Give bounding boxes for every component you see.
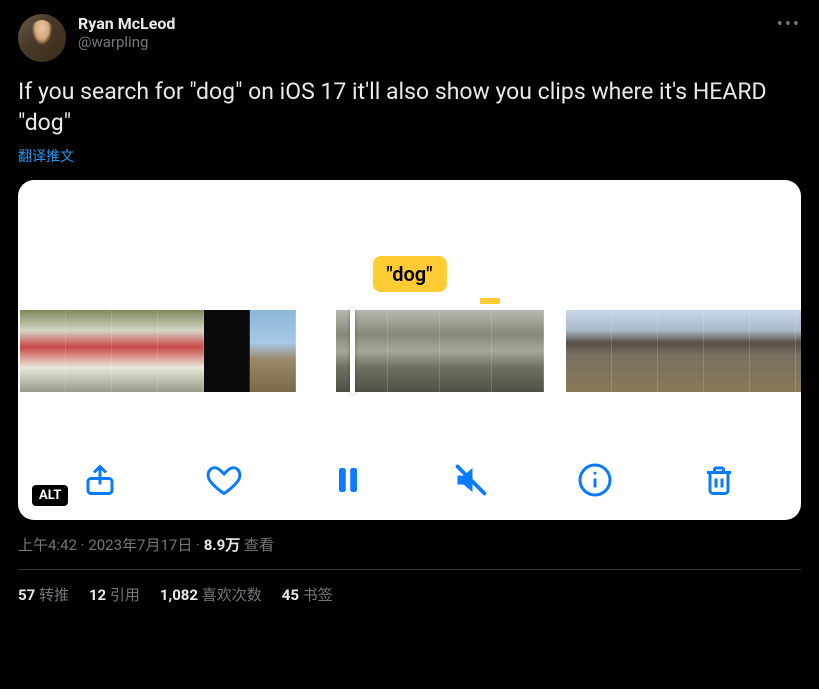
heart-icon[interactable] (206, 462, 242, 498)
tweet-header: Ryan McLeod @warpling ••• (18, 14, 801, 62)
video-frame (204, 310, 250, 392)
video-frame (612, 310, 658, 392)
display-name: Ryan McLeod (78, 14, 175, 33)
divider (18, 569, 801, 570)
retweets-stat[interactable]: 57 转推 (18, 584, 69, 605)
clip-group-3[interactable] (566, 310, 801, 392)
alt-badge[interactable]: ALT (32, 485, 68, 506)
share-icon[interactable] (82, 462, 118, 498)
video-frame (336, 310, 388, 392)
bookmarks-stat[interactable]: 45 书签 (282, 584, 333, 605)
translate-link[interactable]: 翻译推文 (18, 146, 801, 166)
quotes-stat[interactable]: 12 引用 (89, 584, 140, 605)
pause-icon[interactable] (330, 462, 366, 498)
tweet-date: 2023年7月17日 (88, 536, 192, 554)
media-attachment[interactable]: "dog" (18, 180, 801, 520)
video-frame (492, 310, 544, 392)
clip-group-2[interactable] (336, 310, 544, 392)
video-frame (388, 310, 440, 392)
tag-caret (480, 298, 500, 304)
more-options-button[interactable]: ••• (777, 14, 801, 35)
video-frame (704, 310, 750, 392)
playhead[interactable] (350, 308, 355, 394)
video-frame (750, 310, 796, 392)
trash-icon[interactable] (701, 462, 737, 498)
video-frame (796, 310, 801, 392)
tweet-meta[interactable]: 上午4:42 · 2023年7月17日 · 8.9万 查看 (18, 534, 801, 555)
tweet-container: Ryan McLeod @warpling ••• If you search … (0, 0, 819, 615)
video-filmstrip[interactable] (18, 310, 801, 392)
user-handle: @warpling (78, 33, 175, 51)
views-label: 查看 (240, 536, 274, 554)
video-frame (658, 310, 704, 392)
search-tag-bubble: "dog" (372, 256, 446, 292)
video-frame (566, 310, 612, 392)
user-info[interactable]: Ryan McLeod @warpling (78, 14, 175, 51)
video-frame (250, 310, 296, 392)
likes-stat[interactable]: 1,082 喜欢次数 (160, 584, 262, 605)
video-frame (158, 310, 204, 392)
info-icon[interactable] (577, 462, 613, 498)
video-frame (112, 310, 158, 392)
video-frame (66, 310, 112, 392)
tweet-stats: 57 转推 12 引用 1,082 喜欢次数 45 书签 (18, 584, 801, 605)
video-toolbar (18, 462, 801, 498)
avatar[interactable] (18, 14, 66, 62)
video-frame (20, 310, 66, 392)
tweet-time: 上午4:42 (18, 536, 77, 554)
clip-group-1[interactable] (20, 310, 296, 392)
views-count: 8.9万 (204, 536, 241, 554)
tweet-text: If you search for "dog" on iOS 17 it'll … (18, 76, 801, 138)
speaker-muted-icon[interactable] (453, 462, 489, 498)
video-frame (440, 310, 492, 392)
